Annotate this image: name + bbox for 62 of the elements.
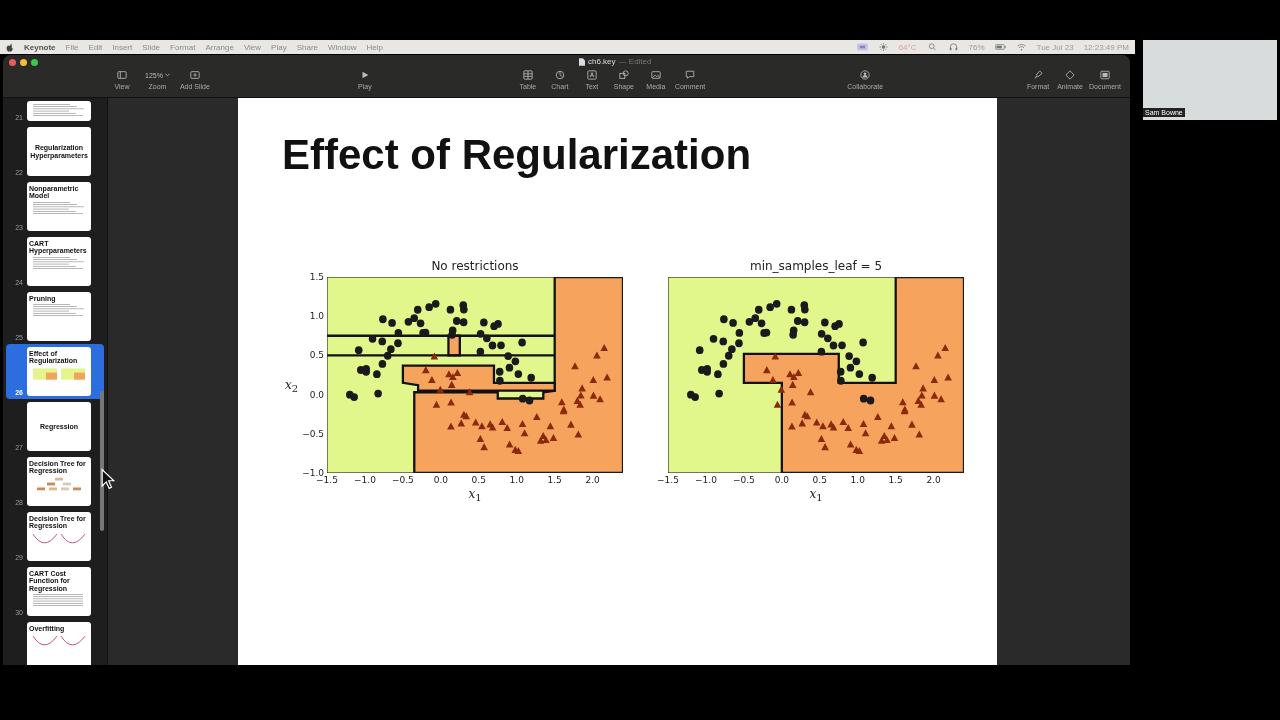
mini-curves-drawing	[29, 531, 89, 546]
tick-label: 1.5	[888, 475, 903, 485]
diamond-icon	[1065, 70, 1076, 80]
comment-icon	[685, 70, 696, 80]
tick-label: 1.5	[309, 272, 324, 282]
plot-title: min_samples_leaf = 5	[748, 259, 884, 275]
tick-label: 1.0	[850, 475, 865, 485]
tick-label: 1.5	[547, 475, 562, 485]
tick-label: −0.5	[732, 475, 755, 485]
apple-logo-icon[interactable]	[6, 42, 14, 52]
tick-label: 0.5	[812, 475, 827, 485]
tick-label: 1.0	[309, 311, 324, 322]
battery-percentage: 76%	[968, 42, 985, 52]
axis-label: x$_{2}$	[285, 378, 299, 395]
text-box-icon	[586, 70, 597, 80]
clock-time: 12:23:49 PM	[1083, 42, 1129, 52]
tick-label: −1.0	[695, 475, 717, 485]
tick-label: −1.0	[354, 475, 376, 485]
tick-label: 0.0	[433, 475, 448, 485]
document-status: — Edited	[618, 57, 652, 66]
people-icon	[860, 70, 871, 80]
image-icon	[650, 70, 661, 80]
scrollbar-thumb[interactable]	[100, 391, 104, 531]
close-button[interactable]	[9, 59, 16, 66]
search-icon[interactable]	[926, 43, 938, 51]
tick-label: 2.0	[585, 475, 600, 485]
tick-label: −0.5	[302, 428, 324, 439]
wifi-icon[interactable]	[1015, 43, 1027, 51]
display-icon[interactable]	[856, 43, 868, 51]
tick-label: 0.5	[471, 475, 486, 485]
caret-icon	[164, 73, 170, 77]
zoom-button[interactable]	[31, 59, 38, 66]
tick-label: −0.5	[391, 475, 414, 485]
tick-label: 0.0	[309, 389, 324, 400]
mini-curves-drawing	[29, 634, 89, 649]
slide-title: Effect of Regularization	[282, 131, 753, 179]
axis-label: x$_{1}$	[468, 487, 482, 501]
tick-label: 0.5	[309, 350, 324, 361]
tick-label: −1.0	[302, 468, 324, 478]
window-title: ch6.key	[588, 57, 616, 66]
temperature-reading: 64°C	[898, 42, 917, 52]
table-icon	[522, 70, 533, 80]
sun-icon[interactable]	[877, 43, 889, 51]
tick-label: 0.0	[774, 475, 789, 485]
chart-icon	[554, 70, 565, 80]
paintbrush-icon	[1033, 70, 1044, 80]
battery-icon[interactable]	[994, 43, 1006, 51]
tick-label: 1.0	[509, 475, 524, 485]
shapes-icon	[618, 70, 629, 80]
document-icon	[579, 57, 585, 66]
tick-label: −1.5	[657, 475, 679, 485]
tick-label: −1.5	[316, 475, 338, 485]
document-icon	[1100, 70, 1110, 80]
tick-label: 2.0	[926, 475, 941, 485]
app-menu[interactable]: Keynote	[24, 42, 56, 52]
sidebar-icon	[117, 70, 127, 80]
minimize-button[interactable]	[20, 59, 27, 66]
plot-title: No restrictions	[430, 259, 520, 275]
plus-icon	[189, 70, 200, 80]
headphones-icon[interactable]	[947, 43, 959, 51]
axis-label: x$_{1}$	[809, 487, 823, 501]
date-text: Tue Jul 23	[1036, 42, 1074, 52]
